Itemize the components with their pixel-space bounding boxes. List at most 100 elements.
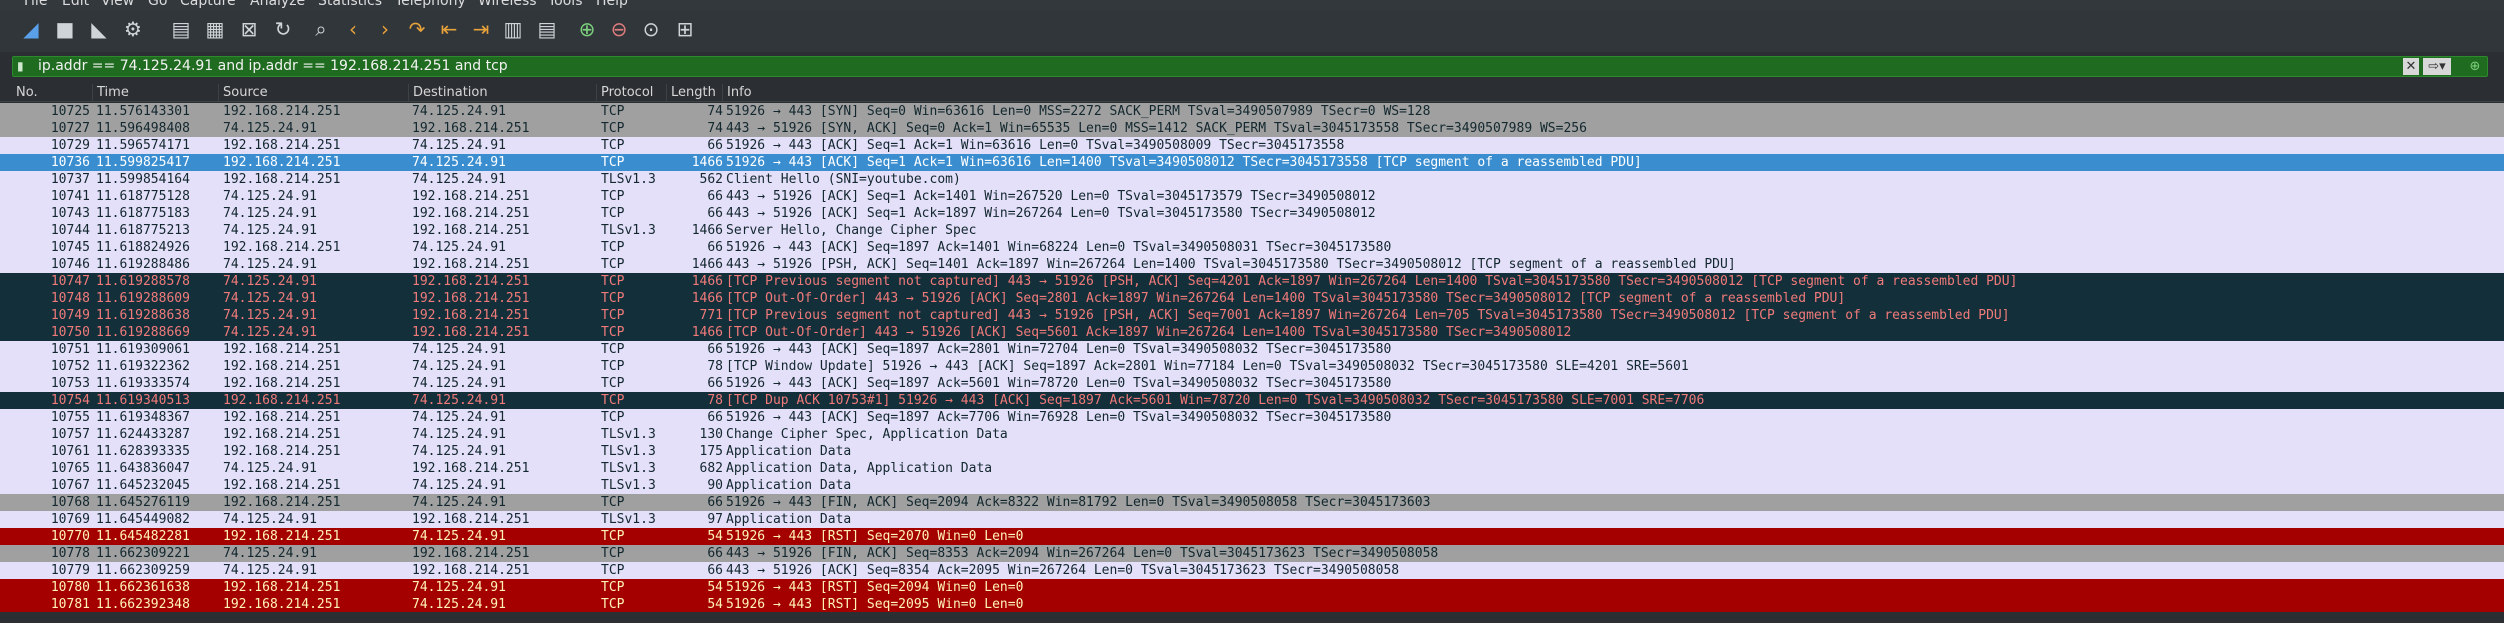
zoom-normal-icon[interactable]: ⊙	[638, 16, 664, 42]
packet-row[interactable]: 10752 11.619322362 192.168.214.251 74.125.2…	[0, 358, 2504, 375]
packet-row[interactable]: 10725 11.576143301 192.168.214.251 74.125.2…	[0, 103, 2504, 120]
packet-protocol: TCP	[601, 291, 625, 306]
packet-destination: 192.168.214.251	[412, 308, 530, 323]
menu-help[interactable]: Help	[596, 0, 628, 9]
packet-row[interactable]: 10751 11.619309061 192.168.214.251 74.125.2…	[0, 341, 2504, 358]
display-filter-input[interactable]: ip.addr == 74.125.24.91 and ip.addr == 1…	[38, 57, 508, 76]
packet-row[interactable]: 10736 11.599825417 192.168.214.251 74.125.2…	[0, 154, 2504, 171]
packet-length: 66	[707, 563, 723, 578]
packet-number: 10747	[50, 274, 90, 289]
packet-row[interactable]: 10780 11.662361638 192.168.214.251 74.125.2…	[0, 579, 2504, 596]
save-file-icon[interactable]: ▦	[202, 16, 228, 42]
column-time[interactable]: Time	[92, 84, 219, 101]
shark-fin-start-icon[interactable]: ◢	[18, 16, 44, 42]
packet-row[interactable]: 10755 11.619348367 192.168.214.251 74.125.2…	[0, 409, 2504, 426]
packet-source: 74.125.24.91	[223, 223, 317, 238]
packet-row[interactable]: 10767 11.645232045 192.168.214.251 74.125.2…	[0, 477, 2504, 494]
column-no[interactable]: No.	[12, 84, 96, 101]
display-filter-bar[interactable]: ▮ ip.addr == 74.125.24.91 and ip.addr ==…	[12, 56, 2488, 77]
packet-row[interactable]: 10750 11.619288669 74.125.24.91 192.168.214…	[0, 324, 2504, 341]
close-file-icon[interactable]: ⊠	[236, 16, 262, 42]
capture-options-icon[interactable]: ⚙	[120, 16, 146, 42]
menu-telephony[interactable]: Telephony	[395, 0, 466, 9]
packet-length: 1466	[691, 155, 723, 170]
packet-row[interactable]: 10757 11.624433287 192.168.214.251 74.125.2…	[0, 426, 2504, 443]
column-info[interactable]: Info	[722, 84, 2497, 101]
add-filter-button-icon[interactable]: ⊕	[2467, 58, 2483, 75]
menu-edit[interactable]: Edit	[62, 0, 89, 9]
packet-protocol: TCP	[601, 274, 625, 289]
menu-capture[interactable]: Capture	[180, 0, 236, 9]
packet-row[interactable]: 10781 11.662392348 192.168.214.251 74.125.2…	[0, 596, 2504, 613]
packet-row[interactable]: 10778 11.662309221 74.125.24.91 192.168.214…	[0, 545, 2504, 562]
open-file-icon[interactable]: ▤	[168, 16, 194, 42]
column-length[interactable]: Length	[666, 84, 727, 101]
packet-row[interactable]: 10754 11.619340513 192.168.214.251 74.125.2…	[0, 392, 2504, 409]
autoscroll-icon[interactable]: ▥	[500, 16, 526, 42]
apply-filter-icon[interactable]: ⇨▾	[2423, 58, 2451, 75]
bookmark-icon[interactable]: ▮	[17, 59, 25, 73]
packet-source: 74.125.24.91	[223, 512, 317, 527]
column-source[interactable]: Source	[218, 84, 409, 101]
packet-row[interactable]: 10727 11.596498408 74.125.24.91 192.168.214…	[0, 120, 2504, 137]
packet-row[interactable]: 10768 11.645276119 192.168.214.251 74.125.2…	[0, 494, 2504, 511]
go-to-packet-icon[interactable]: ↷	[404, 16, 430, 42]
packet-destination: 192.168.214.251	[412, 189, 530, 204]
menu-view[interactable]: View	[101, 0, 134, 9]
packet-protocol: TCP	[601, 376, 625, 391]
packet-destination: 74.125.24.91	[412, 410, 506, 425]
packet-info: 443 → 51926 [SYN, ACK] Seq=0 Ack=1 Win=6…	[726, 121, 1587, 136]
packet-row[interactable]: 10737 11.599854164 192.168.214.251 74.125.2…	[0, 171, 2504, 188]
first-packet-icon[interactable]: ⇤	[436, 16, 462, 42]
packet-row[interactable]: 10747 11.619288578 74.125.24.91 192.168.214…	[0, 273, 2504, 290]
menu-analyze[interactable]: Analyze	[250, 0, 305, 9]
zoom-out-icon[interactable]: ⊖	[606, 16, 632, 42]
menu-file[interactable]: File	[24, 0, 47, 9]
packet-row[interactable]: 10765 11.643836047 74.125.24.91 192.168.214…	[0, 460, 2504, 477]
packet-destination: 192.168.214.251	[412, 223, 530, 238]
packet-number: 10745	[50, 240, 90, 255]
go-forward-icon[interactable]: ›	[372, 16, 398, 42]
packet-row[interactable]: 10753 11.619333574 192.168.214.251 74.125.2…	[0, 375, 2504, 392]
packet-time: 11.662361638	[96, 580, 190, 595]
reload-file-icon[interactable]: ↻	[270, 16, 296, 42]
restart-capture-icon[interactable]: ◣	[86, 16, 112, 42]
go-back-icon[interactable]: ‹	[340, 16, 366, 42]
packet-row[interactable]: 10770 11.645482281 192.168.214.251 74.125.2…	[0, 528, 2504, 545]
packet-length: 1466	[691, 274, 723, 289]
packet-row[interactable]: 10779 11.662309259 74.125.24.91 192.168.214…	[0, 562, 2504, 579]
zoom-in-icon[interactable]: ⊕	[574, 16, 600, 42]
packet-row[interactable]: 10746 11.619288486 74.125.24.91 192.168.214…	[0, 256, 2504, 273]
find-packet-icon[interactable]: ⌕	[308, 16, 334, 42]
last-packet-icon[interactable]: ⇥	[468, 16, 494, 42]
packet-row[interactable]: 10745 11.618824926 192.168.214.251 74.125.2…	[0, 239, 2504, 256]
menu-wireless[interactable]: Wireless	[478, 0, 537, 9]
packet-number: 10725	[50, 104, 90, 119]
resize-columns-icon[interactable]: ⊞	[672, 16, 698, 42]
packet-row[interactable]: 10748 11.619288609 74.125.24.91 192.168.214…	[0, 290, 2504, 307]
column-destination[interactable]: Destination	[408, 84, 599, 101]
clear-filter-icon[interactable]: ✕	[2403, 58, 2419, 75]
packet-number: 10743	[50, 206, 90, 221]
packet-length: 66	[707, 189, 723, 204]
packet-row[interactable]: 10741 11.618775128 74.125.24.91 192.168.214…	[0, 188, 2504, 205]
packet-destination: 192.168.214.251	[412, 546, 530, 561]
packet-row[interactable]: 10744 11.618775213 74.125.24.91 192.168.214…	[0, 222, 2504, 239]
column-protocol[interactable]: Protocol	[596, 84, 669, 101]
packet-row[interactable]: 10749 11.619288638 74.125.24.91 192.168.214…	[0, 307, 2504, 324]
packet-row[interactable]: 10761 11.628393335 192.168.214.251 74.125.2…	[0, 443, 2504, 460]
packet-row[interactable]: 10769 11.645449082 74.125.24.91 192.168.214…	[0, 511, 2504, 528]
menu-tools[interactable]: Tools	[548, 0, 583, 9]
packet-time: 11.662392348	[96, 597, 190, 612]
packet-info: 51926 → 443 [ACK] Seq=1897 Ack=5601 Win=…	[726, 376, 1392, 391]
packet-destination: 74.125.24.91	[412, 495, 506, 510]
menu-statistics[interactable]: Statistics	[318, 0, 382, 9]
packet-info: 51926 → 443 [FIN, ACK] Seq=2094 Ack=8322…	[726, 495, 1431, 510]
menu-go[interactable]: Go	[148, 0, 167, 9]
colorize-icon[interactable]: ▤	[534, 16, 560, 42]
packet-row[interactable]: 10743 11.618775183 74.125.24.91 192.168.214…	[0, 205, 2504, 222]
packet-protocol: TLSv1.3	[601, 427, 656, 442]
packet-protocol: TCP	[601, 529, 625, 544]
packet-row[interactable]: 10729 11.596574171 192.168.214.251 74.125.2…	[0, 137, 2504, 154]
stop-capture-icon[interactable]: ■	[52, 16, 78, 42]
